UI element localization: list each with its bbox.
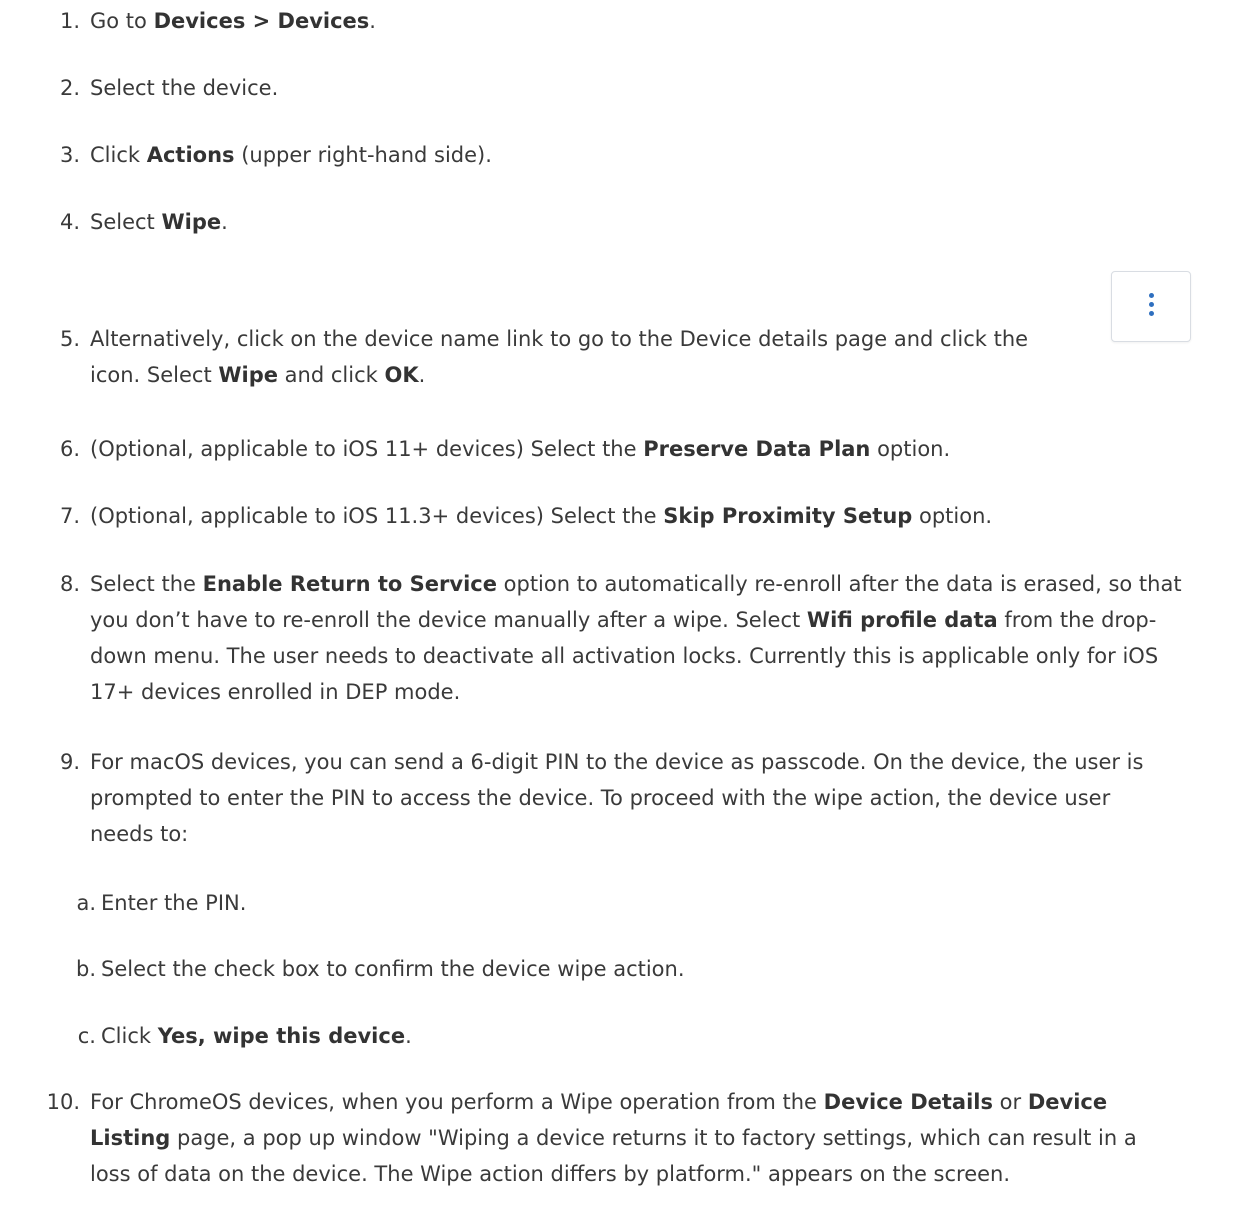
step-number: 7.	[59, 504, 80, 528]
step-text: For ChromeOS devices, when you perform a…	[90, 1090, 1137, 1186]
substep-letter: c.	[77, 1024, 96, 1048]
substep-text: Enter the PIN.	[101, 891, 247, 915]
enable-return-to-service-label: Enable Return to Service	[202, 572, 497, 596]
step-text: Go to Devices > Devices.	[90, 9, 376, 33]
step-number: 2.	[59, 76, 80, 100]
step-text: (Optional, applicable to iOS 11.3+ devic…	[90, 504, 993, 528]
step-number: 3.	[59, 143, 80, 167]
wifi-profile-data-label: Wifi profile data	[806, 608, 998, 632]
menu-path: Devices > Devices	[153, 9, 370, 33]
actions-label: Actions	[146, 143, 235, 167]
device-listing-label: Device	[1027, 1090, 1108, 1114]
preserve-data-plan-label: Preserve Data Plan	[643, 437, 871, 461]
wipe-label: Wipe	[218, 363, 278, 387]
substep-text: Select the check box to confirm the devi…	[101, 957, 685, 981]
step-number: 8.	[59, 572, 80, 596]
step-text: Select the device.	[90, 76, 279, 100]
substep-letter: a.	[76, 891, 96, 915]
substep-letter: b.	[75, 957, 96, 981]
yes-wipe-label: Yes, wipe this device	[157, 1024, 406, 1048]
more-actions-button[interactable]	[1111, 271, 1191, 342]
step-text: Alternatively, click on the device name …	[90, 327, 1029, 387]
ok-label: OK	[384, 363, 419, 387]
skip-proximity-setup-label: Skip Proximity Setup	[663, 504, 913, 528]
step-text: (Optional, applicable to iOS 11+ devices…	[90, 437, 951, 461]
step-number: 6.	[59, 437, 80, 461]
step-number: 4.	[59, 210, 80, 234]
substep-text: Click Yes, wipe this device.	[101, 1024, 412, 1048]
step-text: Click Actions (upper right-hand side).	[90, 143, 492, 167]
device-details-label: Device Details	[823, 1090, 993, 1114]
step-number: 10.	[46, 1090, 80, 1114]
step-number: 9.	[59, 750, 80, 774]
step-text: For macOS devices, you can send a 6-digi…	[90, 750, 1144, 846]
step-number: 5.	[59, 327, 80, 351]
step-text: Select Wipe.	[90, 210, 228, 234]
wipe-label: Wipe	[161, 210, 222, 234]
step-number: 1.	[59, 9, 80, 33]
step-text: Select the Enable Return to Service opti…	[90, 572, 1182, 704]
